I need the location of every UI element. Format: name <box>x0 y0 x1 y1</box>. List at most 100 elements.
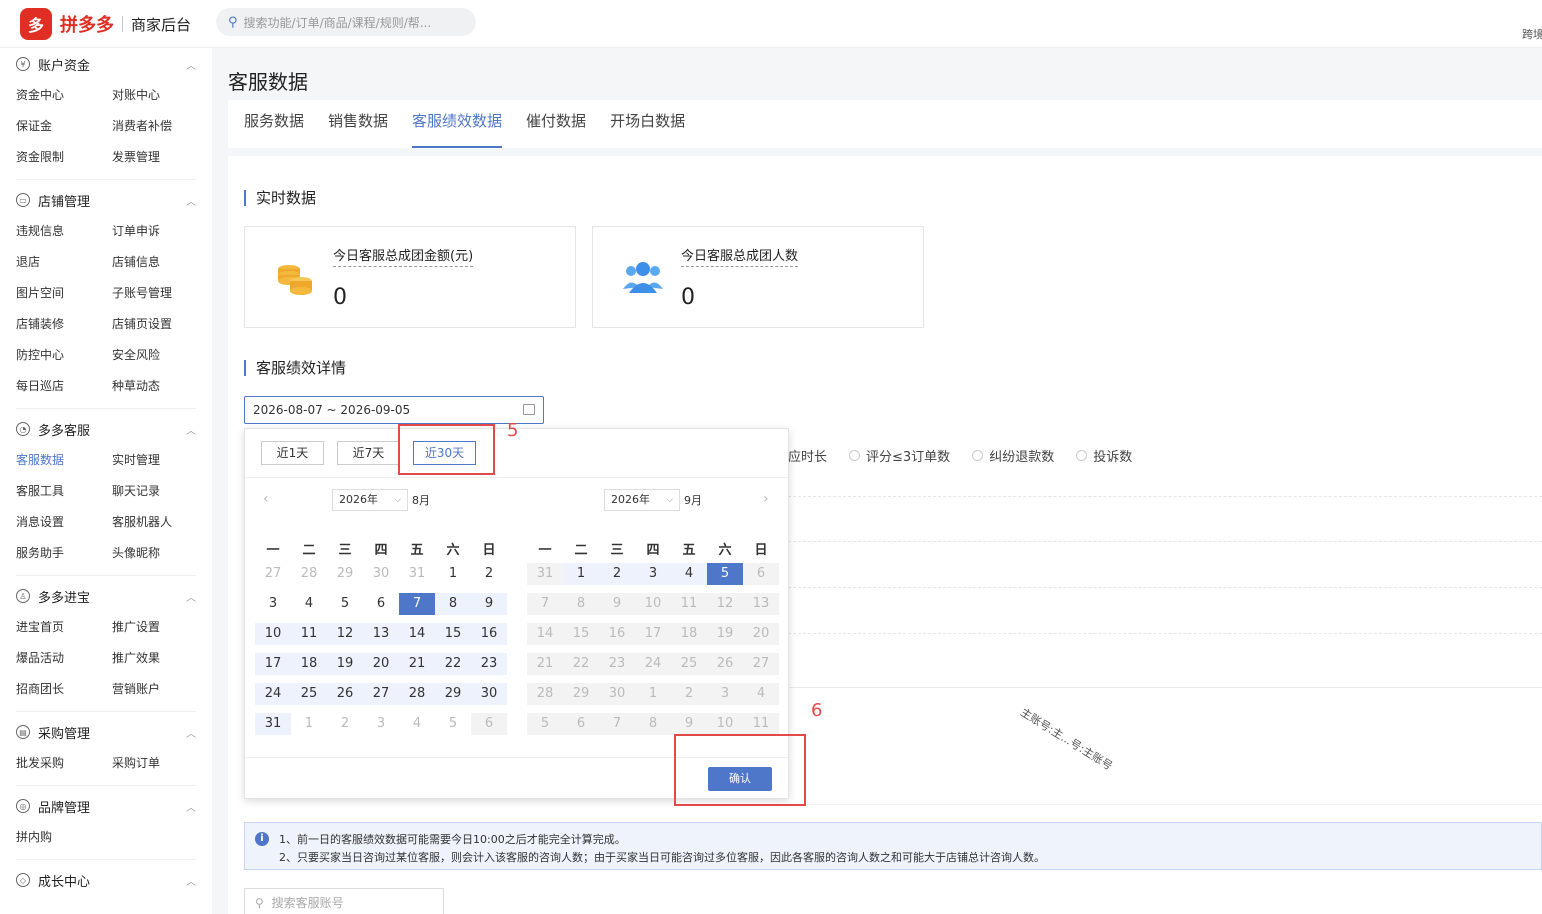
calendar-day[interactable]: 26 <box>327 683 363 705</box>
account-search-input[interactable]: ⚲ 搜索客服账号 <box>244 888 444 914</box>
sidebar-item[interactable]: 服务助手 <box>16 538 112 569</box>
sidebar-item[interactable]: 对账中心 <box>112 80 208 111</box>
calendar-day[interactable]: 14 <box>399 623 435 645</box>
tab-performance-data[interactable]: 客服绩效数据 <box>412 100 503 148</box>
calendar-day[interactable]: 24 <box>255 683 291 705</box>
calendar-day[interactable]: 25 <box>671 653 707 675</box>
sidebar-item[interactable]: 聊天记录 <box>112 476 208 507</box>
sidebar-item[interactable]: 资金中心 <box>16 80 112 111</box>
calendar-day[interactable]: 11 <box>291 623 327 645</box>
calendar-day[interactable]: 1 <box>635 683 671 705</box>
sidebar-item[interactable]: 客服机器人 <box>112 507 208 538</box>
calendar-day[interactable]: 8 <box>435 593 471 615</box>
calendar-day[interactable]: 1 <box>291 713 327 735</box>
calendar-day[interactable]: 23 <box>599 653 635 675</box>
tab-greeting-data[interactable]: 开场白数据 <box>610 100 685 148</box>
calendar-day[interactable]: 15 <box>435 623 471 645</box>
calendar-day[interactable]: 4 <box>399 713 435 735</box>
sidebar-item[interactable]: 推广设置 <box>112 612 208 643</box>
calendar-day[interactable]: 6 <box>563 713 599 735</box>
calendar-day[interactable]: 9 <box>471 593 507 615</box>
calendar-day[interactable]: 7 <box>399 593 435 615</box>
sidebar-item[interactable]: 保证金 <box>16 111 112 142</box>
calendar-day[interactable]: 7 <box>527 593 563 615</box>
calendar-day[interactable]: 10 <box>707 713 743 735</box>
sidebar-item[interactable]: 退店 <box>16 247 112 278</box>
sidebar-item[interactable]: 采购订单 <box>112 748 208 779</box>
quick-1-day[interactable]: 近1天 <box>261 441 324 465</box>
calendar-day[interactable]: 2 <box>671 683 707 705</box>
calendar-day[interactable]: 21 <box>399 653 435 675</box>
calendar-day[interactable]: 10 <box>255 623 291 645</box>
calendar-day[interactable]: 13 <box>743 593 779 615</box>
sidebar-item[interactable]: 图片空间 <box>16 278 112 309</box>
calendar-day[interactable]: 5 <box>327 593 363 615</box>
sidebar-item[interactable]: 招商团长 <box>16 674 112 705</box>
calendar-day[interactable]: 28 <box>291 563 327 585</box>
sidebar-group-header[interactable]: ▤ 采购管理 ︿ <box>16 716 196 748</box>
calendar-day[interactable]: 24 <box>635 653 671 675</box>
filter-low-rating[interactable]: 评分≤3订单数 <box>849 446 950 465</box>
calendar-day[interactable]: 16 <box>471 623 507 645</box>
sidebar-group-header[interactable]: ◇ 成长中心 ︿ <box>16 864 196 896</box>
calendar-day[interactable]: 14 <box>527 623 563 645</box>
sidebar-item[interactable]: 客服数据 <box>16 445 112 476</box>
calendar-day[interactable]: 3 <box>707 683 743 705</box>
calendar-day[interactable]: 31 <box>255 713 291 735</box>
calendar-day[interactable]: 30 <box>363 563 399 585</box>
calendar-day[interactable]: 1 <box>435 563 471 585</box>
calendar-day[interactable]: 6 <box>471 713 507 735</box>
calendar-day[interactable]: 30 <box>599 683 635 705</box>
global-search-input[interactable]: ⚲ 搜索功能/订单/商品/课程/规则/帮... <box>216 8 476 36</box>
calendar-day[interactable]: 27 <box>743 653 779 675</box>
sidebar-group-header[interactable]: ¥ 账户资金 ︿ <box>16 48 196 80</box>
calendar-day[interactable]: 20 <box>743 623 779 645</box>
tab-service-data[interactable]: 服务数据 <box>244 100 304 148</box>
calendar-day[interactable]: 6 <box>743 563 779 585</box>
sidebar-item[interactable]: 爆品活动 <box>16 643 112 674</box>
sidebar-item[interactable]: 头像昵称 <box>112 538 208 569</box>
calendar-day[interactable]: 27 <box>255 563 291 585</box>
sidebar-item[interactable]: 店铺页设置 <box>112 309 208 340</box>
calendar-day[interactable]: 28 <box>527 683 563 705</box>
calendar-day[interactable]: 22 <box>563 653 599 675</box>
calendar-day[interactable]: 19 <box>327 653 363 675</box>
calendar-day[interactable]: 18 <box>291 653 327 675</box>
sidebar-item[interactable]: 种草动态 <box>112 371 208 402</box>
sidebar-item[interactable]: 消费者补偿 <box>112 111 208 142</box>
sidebar-item[interactable]: 子账号管理 <box>112 278 208 309</box>
calendar-day[interactable]: 4 <box>671 563 707 585</box>
calendar-day[interactable]: 27 <box>363 683 399 705</box>
calendar-day[interactable]: 4 <box>743 683 779 705</box>
calendar-day[interactable]: 25 <box>291 683 327 705</box>
calendar-day[interactable]: 29 <box>563 683 599 705</box>
calendar-day[interactable]: 9 <box>599 593 635 615</box>
calendar-day[interactable]: 17 <box>255 653 291 675</box>
calendar-day[interactable]: 20 <box>363 653 399 675</box>
sidebar-item[interactable]: 进宝首页 <box>16 612 112 643</box>
calendar-day[interactable]: 22 <box>435 653 471 675</box>
cross-border-link[interactable]: 跨境 <box>1522 26 1542 42</box>
calendar-day[interactable]: 26 <box>707 653 743 675</box>
calendar-day[interactable]: 1 <box>563 563 599 585</box>
left-year-select[interactable]: 2026年 ⌵ <box>332 489 408 511</box>
calendar-day[interactable]: 31 <box>527 563 563 585</box>
sidebar-item[interactable]: 批发采购 <box>16 748 112 779</box>
sidebar-item[interactable]: 客服工具 <box>16 476 112 507</box>
sidebar-group-header[interactable]: ◔ 多多客服 ︿ <box>16 413 196 445</box>
calendar-day[interactable]: 19 <box>707 623 743 645</box>
sidebar-item[interactable]: 防控中心 <box>16 340 112 371</box>
quick-7-days[interactable]: 近7天 <box>337 441 400 465</box>
calendar-day[interactable]: 4 <box>291 593 327 615</box>
calendar-day[interactable]: 2 <box>471 563 507 585</box>
sidebar-item[interactable]: 消息设置 <box>16 507 112 538</box>
sidebar-item[interactable]: 资金限制 <box>16 142 112 173</box>
sidebar-item[interactable]: 违规信息 <box>16 216 112 247</box>
calendar-day[interactable]: 5 <box>527 713 563 735</box>
date-range-input[interactable]: 2026-08-07 ~ 2026-09-05 <box>244 396 544 424</box>
sidebar-item[interactable]: 店铺装修 <box>16 309 112 340</box>
sidebar-group-header[interactable]: ▭ 店铺管理 ︿ <box>16 184 196 216</box>
calendar-day[interactable]: 3 <box>635 563 671 585</box>
calendar-day[interactable]: 10 <box>635 593 671 615</box>
sidebar-item[interactable]: 安全风险 <box>112 340 208 371</box>
